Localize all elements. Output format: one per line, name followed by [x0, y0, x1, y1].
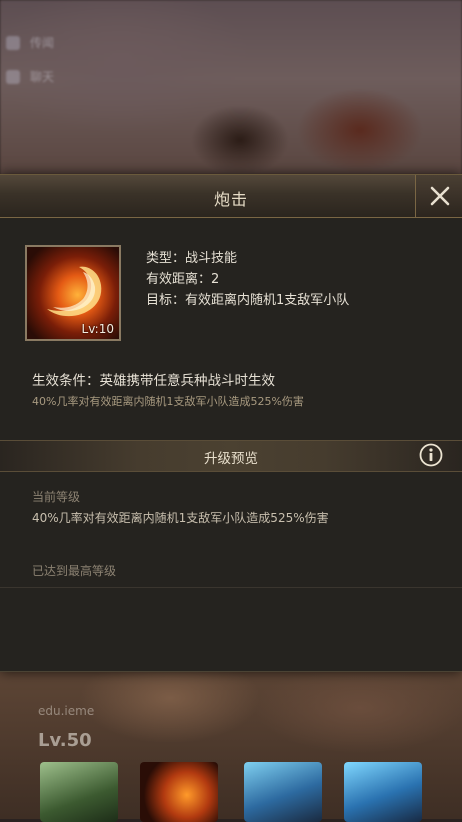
hero-portrait[interactable] [244, 762, 322, 822]
hero-level: Lv.50 [38, 730, 92, 751]
skill-icon[interactable]: Lv:10 [25, 245, 121, 341]
upgrade-preview-header: 升级预览 [0, 440, 462, 472]
background-scene-top: 传闻 聊天 [0, 0, 462, 175]
upgrade-preview-title: 升级预览 [204, 451, 258, 467]
hero-portrait[interactable] [40, 762, 118, 822]
skill-detail-dialog: 炮击 Lv:10 类型：战斗技能 有效距离：2 目标：有效距离内随机1支敌军小队… [0, 174, 462, 672]
hero-name: edu.ieme [38, 704, 95, 718]
close-button[interactable] [415, 175, 462, 217]
skill-target: 目标：有效距离内随机1支敌军小队 [146, 293, 350, 308]
skill-portrait[interactable] [140, 762, 218, 822]
chat-icon [6, 70, 20, 84]
divider [0, 587, 462, 588]
dialog-title: 炮击 [213, 190, 248, 209]
info-icon [419, 443, 443, 467]
hero-portrait[interactable] [344, 762, 422, 822]
current-level-label: 当前等级 [32, 490, 81, 504]
dialog-title-bar: 炮击 [0, 175, 462, 218]
close-icon [430, 186, 449, 206]
skill-level: Lv:10 [81, 322, 114, 336]
skill-type: 类型：战斗技能 [146, 251, 238, 266]
max-level-text: 已达到最高等级 [32, 564, 117, 578]
skill-range: 有效距离：2 [146, 272, 220, 287]
ghost-text-1: 传闻 [30, 36, 55, 50]
info-button[interactable] [419, 443, 443, 467]
current-level-description: 40%几率对有效距离内随机1支敌军小队造成525%伤害 [32, 511, 329, 525]
ghost-text-2: 聊天 [30, 70, 55, 84]
effect-description: 40%几率对有效距离内随机1支敌军小队造成525%伤害 [32, 395, 304, 408]
effect-condition: 生效条件：英雄携带任意兵种战斗时生效 [32, 373, 275, 389]
chat-icon [6, 36, 20, 50]
